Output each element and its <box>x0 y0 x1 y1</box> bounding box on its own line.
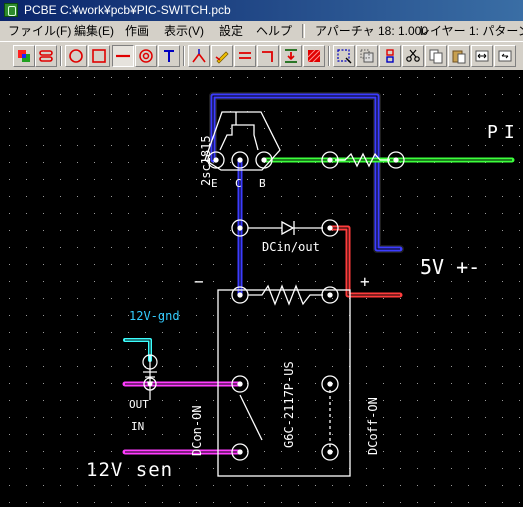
pin-icon <box>285 49 297 63</box>
twelvev-sen-label: 12V sen <box>86 459 173 481</box>
in-label: IN <box>131 420 144 433</box>
stack-button[interactable] <box>35 45 57 67</box>
select-icon <box>337 49 352 64</box>
move-button[interactable] <box>356 45 378 67</box>
pcb-drawing[interactable]: 2sc1815 E C B PI DCin/out 5V +- − + 12V-… <box>0 70 523 507</box>
line-tool-button[interactable] <box>112 45 134 67</box>
cut-button[interactable] <box>402 45 424 67</box>
select-button[interactable] <box>333 45 355 67</box>
menu-settings[interactable]: 設定 <box>219 21 243 41</box>
flip-icon <box>475 50 489 62</box>
layers-color-button[interactable] <box>13 45 35 67</box>
plus-label: + <box>360 272 370 291</box>
probe-button[interactable] <box>188 45 210 67</box>
paste-icon <box>452 50 466 64</box>
toolbar <box>0 42 523 71</box>
circle-tool-button[interactable] <box>65 45 87 67</box>
pin-e-label: E <box>211 177 218 190</box>
five-volt-label: 5V +- <box>420 255 480 279</box>
copy-button[interactable] <box>425 45 447 67</box>
equal-button[interactable] <box>234 45 256 67</box>
toolbar-separator <box>183 46 185 66</box>
circle-tool-icon <box>69 49 83 63</box>
menu-draw[interactable]: 作画 <box>125 21 149 41</box>
copy-icon <box>429 49 443 64</box>
aperture-status: アパーチャ 18: 1.000 <box>315 24 429 38</box>
menu-bar: ファイル(F) 編集(E) 作画 表示(V) 設定 ヘルプ アパーチャ 18: … <box>0 21 523 42</box>
fill-button[interactable] <box>303 45 325 67</box>
rotate-icon <box>498 50 512 62</box>
menu-edit[interactable]: 編集(E) <box>74 21 114 41</box>
line-tool-icon <box>116 54 130 58</box>
dc-inout-label: DCin/out <box>262 240 320 254</box>
cut-icon <box>406 49 420 62</box>
toolbar-separator <box>60 46 62 66</box>
layers-color-icon <box>18 50 30 62</box>
split-icon <box>386 49 394 63</box>
out-label: OUT <box>129 398 149 411</box>
corner-button[interactable] <box>257 45 279 67</box>
title-bar: PCBE C:¥work¥pcb¥PIC-SWITCH.pcb <box>0 0 523 21</box>
pin-button[interactable] <box>280 45 302 67</box>
toolbar-separator <box>328 46 330 66</box>
dcon-label: DCon-ON <box>190 405 204 456</box>
grid-dots <box>0 70 523 507</box>
paste-button[interactable] <box>448 45 470 67</box>
pencil-icon <box>215 51 229 64</box>
menu-file[interactable]: ファイル(F) <box>8 21 71 41</box>
pencil-button[interactable] <box>211 45 233 67</box>
pi-label: PI <box>487 122 521 143</box>
text-tool-button[interactable] <box>158 45 180 67</box>
pad-tool-button[interactable] <box>135 45 157 67</box>
menu-view[interactable]: 表示(V) <box>164 21 204 41</box>
pin-c-label: C <box>235 177 242 190</box>
twelvev-gnd-label: 12V-gnd <box>129 309 180 323</box>
split-button[interactable] <box>379 45 401 67</box>
minus-label: − <box>194 272 204 291</box>
layer-status: レイヤー 1: パターン1 <box>418 24 523 38</box>
rotate-button[interactable] <box>494 45 516 67</box>
pcb-canvas[interactable]: 2sc1815 E C B PI DCin/out 5V +- − + 12V-… <box>0 70 523 507</box>
equal-icon <box>239 52 251 59</box>
window-title: PCBE C:¥work¥pcb¥PIC-SWITCH.pcb <box>24 3 231 17</box>
pin-b-label: B <box>259 177 266 190</box>
text-tool-icon <box>164 50 174 62</box>
menu-help[interactable]: ヘルプ <box>256 21 292 41</box>
move-icon <box>360 49 374 63</box>
pcbe-window: PCBE C:¥work¥pcb¥PIC-SWITCH.pcb ファイル(F) … <box>0 0 523 507</box>
rectangle-tool-icon <box>92 49 106 63</box>
relay-part-label: G6C-2117P-US <box>282 361 296 448</box>
menu-separator <box>302 24 305 38</box>
rectangle-tool-button[interactable] <box>88 45 110 67</box>
corner-icon <box>262 51 273 62</box>
probe-icon <box>192 49 206 63</box>
flip-button[interactable] <box>471 45 493 67</box>
stack-icon <box>39 50 53 62</box>
app-icon <box>4 3 18 17</box>
dcoff-label: DCoff-ON <box>366 397 380 455</box>
fill-icon <box>307 49 321 63</box>
pad-tool-icon <box>139 49 153 63</box>
